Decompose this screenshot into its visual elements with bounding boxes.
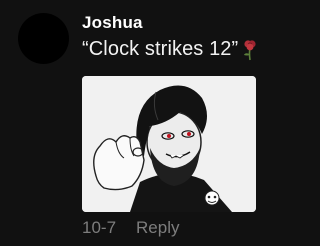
rose-emoji-icon: [240, 39, 260, 61]
comment-body: “Clock strikes 12”: [82, 38, 260, 61]
avatar[interactable]: [18, 13, 69, 64]
reply-button[interactable]: Reply: [136, 218, 179, 238]
comment-date: 10-7: [82, 218, 117, 237]
comment-item: Joshua “Clock strikes 12” 10-7 Reply: [0, 0, 300, 246]
sticker-image[interactable]: [82, 76, 256, 212]
comment-username[interactable]: Joshua: [82, 13, 143, 33]
comment-meta: 10-7 Reply: [82, 218, 180, 238]
comment-text: “Clock strikes 12”: [82, 38, 239, 60]
